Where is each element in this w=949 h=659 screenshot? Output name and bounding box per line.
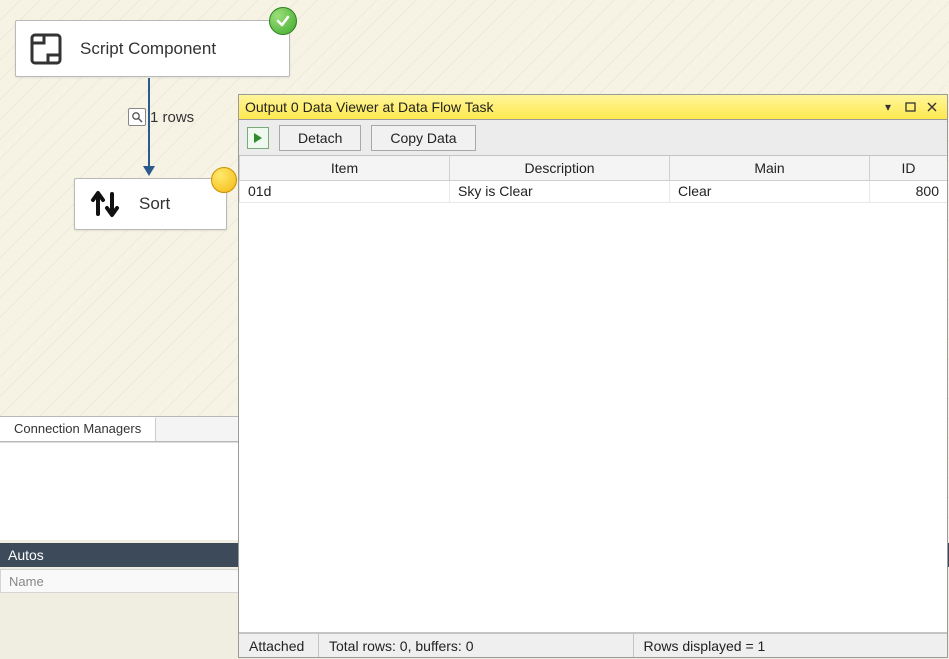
col-header-description[interactable]: Description [450,156,670,180]
cell-id: 800 [870,180,948,202]
cell-item: 01d [240,180,450,202]
window-dropdown-icon[interactable]: ▾ [879,99,897,115]
sort-label: Sort [139,194,170,214]
script-component-icon [26,29,66,69]
magnifier-icon [128,108,146,126]
cell-main: Clear [670,180,870,202]
data-viewer-grid[interactable]: Item Description Main ID 01d Sky is Clea… [239,156,947,633]
data-viewer-window[interactable]: Output 0 Data Viewer at Data Flow Task ▾… [238,94,948,658]
autos-name-column-header[interactable]: Name [0,569,260,593]
copy-data-button[interactable]: Copy Data [371,125,475,151]
status-totals: Total rows: 0, buffers: 0 [319,634,634,657]
tab-connection-managers[interactable]: Connection Managers [0,417,156,441]
sort-icon [85,184,125,224]
window-close-icon[interactable] [923,99,941,115]
data-viewer-title: Output 0 Data Viewer at Data Flow Task [245,99,875,115]
script-component-node[interactable]: Script Component [15,20,290,77]
status-attached: Attached [239,634,319,657]
row-count-label[interactable]: 1 rows [128,108,194,126]
success-badge-icon [269,7,297,35]
cell-description: Sky is Clear [450,180,670,202]
data-viewer-toolbar: Detach Copy Data [239,120,947,156]
table-header-row: Item Description Main ID [240,156,948,180]
col-header-item[interactable]: Item [240,156,450,180]
data-viewer-statusbar: Attached Total rows: 0, buffers: 0 Rows … [239,633,947,657]
connection-managers-tabstrip[interactable]: Connection Managers [0,416,260,442]
running-badge-icon [211,167,237,193]
row-count-text: 1 rows [150,109,194,126]
detach-button[interactable]: Detach [279,125,361,151]
connection-managers-panel[interactable] [0,442,260,540]
col-header-id[interactable]: ID [870,156,948,180]
data-viewer-titlebar[interactable]: Output 0 Data Viewer at Data Flow Task ▾ [239,95,947,120]
sort-node[interactable]: Sort [74,178,227,230]
connector-arrow-head [143,166,155,176]
table-row[interactable]: 01d Sky is Clear Clear 800 [240,180,948,202]
col-header-main[interactable]: Main [670,156,870,180]
status-rows-displayed: Rows displayed = 1 [634,634,948,657]
script-component-label: Script Component [80,39,216,59]
play-button[interactable] [247,127,269,149]
window-maximize-icon[interactable] [901,99,919,115]
